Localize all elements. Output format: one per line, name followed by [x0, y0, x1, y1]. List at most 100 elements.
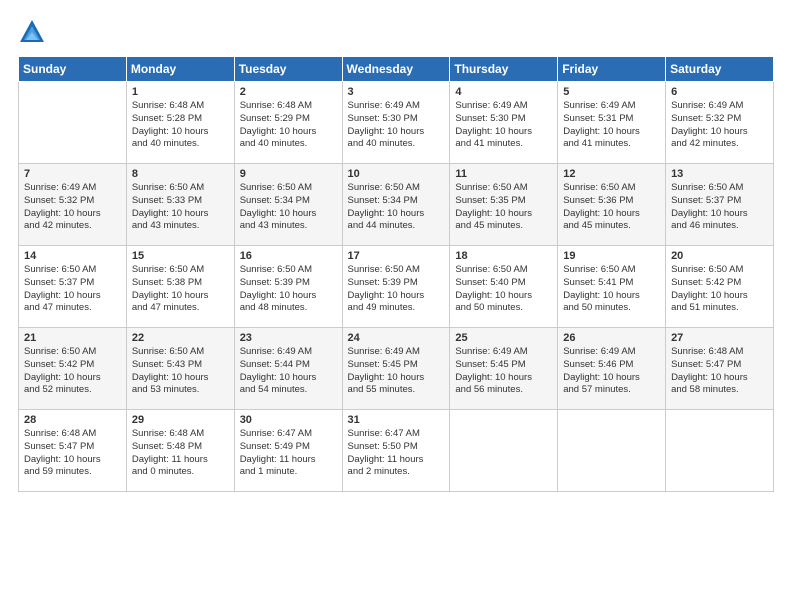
- day-number: 9: [240, 168, 337, 180]
- calendar-cell: 27 Sunrise: 6:48 AM Sunset: 5:47 PM Dayli…: [666, 328, 774, 410]
- cell-info: Sunrise: 6:50 AM Sunset: 5:35 PM Dayligh…: [455, 182, 552, 233]
- week-row-1: 1 Sunrise: 6:48 AM Sunset: 5:28 PM Daylig…: [19, 82, 774, 164]
- calendar-cell: 4Sunrise: 6:49 AM Sunset: 5:30 PM Daylig…: [450, 82, 558, 164]
- cell-info: Sunrise: 6:49 AM Sunset: 5:32 PM Dayligh…: [24, 182, 121, 233]
- calendar-cell: 16Sunrise: 6:50 AM Sunset: 5:39 PM Dayli…: [234, 246, 342, 328]
- logo: [18, 18, 50, 46]
- cell-info: Sunrise: 6:49 AM Sunset: 5:45 PM Dayligh…: [348, 346, 445, 397]
- day-number: 13: [671, 168, 768, 180]
- cell-info: Sunrise: 6:47 AM Sunset: 5:49 PM Dayligh…: [240, 428, 337, 479]
- calendar-cell: 28 Sunrise: 6:48 AM Sunset: 5:47 PM Dayli…: [19, 410, 127, 492]
- day-number: 19: [563, 250, 660, 262]
- cell-info: Sunrise: 6:49 AM Sunset: 5:45 PM Dayligh…: [455, 346, 552, 397]
- calendar-cell: 1 Sunrise: 6:48 AM Sunset: 5:28 PM Daylig…: [126, 82, 234, 164]
- cell-info: Sunrise: 6:49 AM Sunset: 5:31 PM Dayligh…: [563, 100, 660, 151]
- day-number: 16: [240, 250, 337, 262]
- calendar-cell: 20 Sunrise: 6:50 AM Sunset: 5:42 PM Dayli…: [666, 246, 774, 328]
- day-number: 11: [455, 168, 552, 180]
- day-number: 6: [671, 86, 768, 98]
- calendar-body: 1 Sunrise: 6:48 AM Sunset: 5:28 PM Daylig…: [19, 82, 774, 492]
- week-row-2: 7Sunrise: 6:49 AM Sunset: 5:32 PM Daylig…: [19, 164, 774, 246]
- header-day-wednesday: Wednesday: [342, 57, 450, 82]
- calendar-cell: [450, 410, 558, 492]
- day-number: 17: [348, 250, 445, 262]
- calendar-cell: 19 Sunrise: 6:50 AM Sunset: 5:41 PM Dayli…: [558, 246, 666, 328]
- calendar-cell: 15 Sunrise: 6:50 AM Sunset: 5:38 PM Dayli…: [126, 246, 234, 328]
- calendar-cell: [666, 410, 774, 492]
- cell-info: Sunrise: 6:49 AM Sunset: 5:46 PM Dayligh…: [563, 346, 660, 397]
- calendar-cell: 12Sunrise: 6:50 AM Sunset: 5:36 PM Dayli…: [558, 164, 666, 246]
- calendar-cell: 14 Sunrise: 6:50 AM Sunset: 5:37 PM Dayli…: [19, 246, 127, 328]
- day-number: 25: [455, 332, 552, 344]
- cell-info: Sunrise: 6:50 AM Sunset: 5:34 PM Dayligh…: [240, 182, 337, 233]
- day-number: 18: [455, 250, 552, 262]
- header-day-thursday: Thursday: [450, 57, 558, 82]
- calendar-cell: 3 Sunrise: 6:49 AM Sunset: 5:30 PM Daylig…: [342, 82, 450, 164]
- cell-info: Sunrise: 6:50 AM Sunset: 5:39 PM Dayligh…: [348, 264, 445, 315]
- day-number: 20: [671, 250, 768, 262]
- cell-info: Sunrise: 6:49 AM Sunset: 5:32 PM Dayligh…: [671, 100, 768, 151]
- header-day-sunday: Sunday: [19, 57, 127, 82]
- calendar-cell: 21 Sunrise: 6:50 AM Sunset: 5:42 PM Dayli…: [19, 328, 127, 410]
- day-number: 14: [24, 250, 121, 262]
- week-row-5: 28 Sunrise: 6:48 AM Sunset: 5:47 PM Dayli…: [19, 410, 774, 492]
- cell-info: Sunrise: 6:50 AM Sunset: 5:41 PM Dayligh…: [563, 264, 660, 315]
- cell-info: Sunrise: 6:49 AM Sunset: 5:44 PM Dayligh…: [240, 346, 337, 397]
- week-row-3: 14 Sunrise: 6:50 AM Sunset: 5:37 PM Dayli…: [19, 246, 774, 328]
- cell-info: Sunrise: 6:50 AM Sunset: 5:42 PM Dayligh…: [671, 264, 768, 315]
- day-number: 27: [671, 332, 768, 344]
- header-day-tuesday: Tuesday: [234, 57, 342, 82]
- day-number: 3: [348, 86, 445, 98]
- cell-info: Sunrise: 6:50 AM Sunset: 5:40 PM Dayligh…: [455, 264, 552, 315]
- calendar-cell: 29Sunrise: 6:48 AM Sunset: 5:48 PM Dayli…: [126, 410, 234, 492]
- header-day-saturday: Saturday: [666, 57, 774, 82]
- cell-info: Sunrise: 6:50 AM Sunset: 5:38 PM Dayligh…: [132, 264, 229, 315]
- calendar-cell: 30 Sunrise: 6:47 AM Sunset: 5:49 PM Dayli…: [234, 410, 342, 492]
- day-number: 29: [132, 414, 229, 426]
- day-number: 15: [132, 250, 229, 262]
- day-number: 8: [132, 168, 229, 180]
- cell-info: Sunrise: 6:50 AM Sunset: 5:37 PM Dayligh…: [24, 264, 121, 315]
- calendar-cell: 9 Sunrise: 6:50 AM Sunset: 5:34 PM Daylig…: [234, 164, 342, 246]
- calendar-header: SundayMondayTuesdayWednesdayThursdayFrid…: [19, 57, 774, 82]
- day-number: 2: [240, 86, 337, 98]
- calendar-cell: 5 Sunrise: 6:49 AM Sunset: 5:31 PM Daylig…: [558, 82, 666, 164]
- cell-info: Sunrise: 6:49 AM Sunset: 5:30 PM Dayligh…: [348, 100, 445, 151]
- calendar-cell: [19, 82, 127, 164]
- day-number: 24: [348, 332, 445, 344]
- day-number: 5: [563, 86, 660, 98]
- day-number: 23: [240, 332, 337, 344]
- header: [18, 18, 774, 46]
- calendar-cell: 7Sunrise: 6:49 AM Sunset: 5:32 PM Daylig…: [19, 164, 127, 246]
- cell-info: Sunrise: 6:48 AM Sunset: 5:47 PM Dayligh…: [24, 428, 121, 479]
- calendar-cell: 25 Sunrise: 6:49 AM Sunset: 5:45 PM Dayli…: [450, 328, 558, 410]
- calendar-cell: 23 Sunrise: 6:49 AM Sunset: 5:44 PM Dayli…: [234, 328, 342, 410]
- calendar-cell: 31Sunrise: 6:47 AM Sunset: 5:50 PM Dayli…: [342, 410, 450, 492]
- logo-icon: [18, 18, 46, 46]
- cell-info: Sunrise: 6:48 AM Sunset: 5:28 PM Dayligh…: [132, 100, 229, 151]
- calendar-cell: 22Sunrise: 6:50 AM Sunset: 5:43 PM Dayli…: [126, 328, 234, 410]
- cell-info: Sunrise: 6:50 AM Sunset: 5:34 PM Dayligh…: [348, 182, 445, 233]
- cell-info: Sunrise: 6:50 AM Sunset: 5:36 PM Dayligh…: [563, 182, 660, 233]
- day-number: 28: [24, 414, 121, 426]
- header-day-friday: Friday: [558, 57, 666, 82]
- calendar-cell: 6 Sunrise: 6:49 AM Sunset: 5:32 PM Daylig…: [666, 82, 774, 164]
- calendar-cell: 2 Sunrise: 6:48 AM Sunset: 5:29 PM Daylig…: [234, 82, 342, 164]
- calendar-cell: 13Sunrise: 6:50 AM Sunset: 5:37 PM Dayli…: [666, 164, 774, 246]
- calendar-cell: 26 Sunrise: 6:49 AM Sunset: 5:46 PM Dayli…: [558, 328, 666, 410]
- cell-info: Sunrise: 6:48 AM Sunset: 5:47 PM Dayligh…: [671, 346, 768, 397]
- day-number: 10: [348, 168, 445, 180]
- day-number: 30: [240, 414, 337, 426]
- day-number: 26: [563, 332, 660, 344]
- calendar-cell: [558, 410, 666, 492]
- cell-info: Sunrise: 6:50 AM Sunset: 5:43 PM Dayligh…: [132, 346, 229, 397]
- cell-info: Sunrise: 6:48 AM Sunset: 5:29 PM Dayligh…: [240, 100, 337, 151]
- calendar-cell: 17 Sunrise: 6:50 AM Sunset: 5:39 PM Dayli…: [342, 246, 450, 328]
- calendar-table: SundayMondayTuesdayWednesdayThursdayFrid…: [18, 56, 774, 492]
- header-row: SundayMondayTuesdayWednesdayThursdayFrid…: [19, 57, 774, 82]
- calendar-cell: 18 Sunrise: 6:50 AM Sunset: 5:40 PM Dayli…: [450, 246, 558, 328]
- day-number: 1: [132, 86, 229, 98]
- day-number: 31: [348, 414, 445, 426]
- day-number: 21: [24, 332, 121, 344]
- cell-info: Sunrise: 6:50 AM Sunset: 5:42 PM Dayligh…: [24, 346, 121, 397]
